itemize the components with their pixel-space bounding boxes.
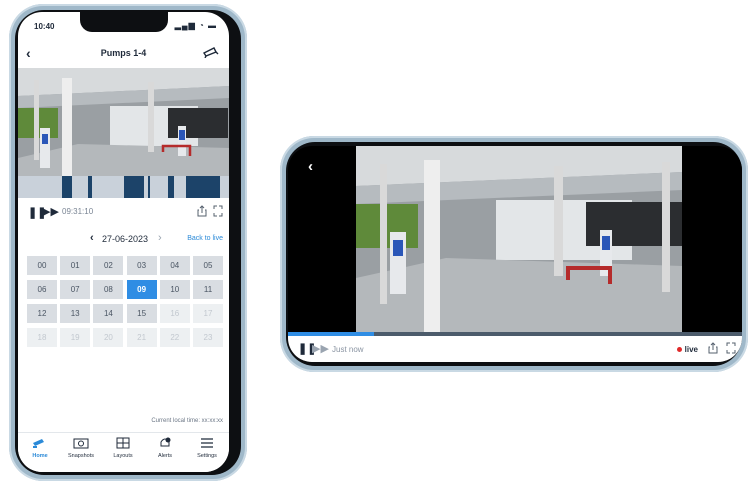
tab-snapshots[interactable]: Snapshots	[61, 437, 101, 459]
hour-cell[interactable]: 02	[93, 256, 124, 275]
hour-cell: 17	[193, 304, 223, 323]
hour-cell: 21	[126, 328, 157, 347]
snapshot-icon	[73, 438, 89, 449]
tab-label: Alerts	[157, 453, 173, 459]
recording-segment	[186, 176, 220, 198]
layouts-icon	[116, 437, 130, 449]
previous-date-button[interactable]: ‹	[90, 232, 94, 244]
camera-icon[interactable]	[203, 46, 219, 58]
nav-bar: ‹ Pumps 1-4	[18, 42, 229, 66]
recording-segment	[62, 176, 72, 198]
tab-label: Settings	[197, 453, 217, 459]
share-icon[interactable]	[197, 205, 207, 217]
hour-cell[interactable]: 05	[193, 256, 223, 275]
hour-cell[interactable]: 12	[27, 304, 57, 323]
hour-cell: 20	[93, 328, 124, 347]
hour-cell: 19	[60, 328, 91, 347]
hour-cell: 22	[159, 328, 190, 347]
next-date-button[interactable]: ›	[158, 232, 162, 244]
recording-segment	[168, 176, 174, 198]
notch	[80, 12, 168, 32]
hour-cell[interactable]: 07	[60, 280, 91, 299]
hour-cell[interactable]: 09	[126, 280, 157, 299]
fast-forward-button[interactable]: ▶▶	[42, 205, 59, 218]
recording-segment	[124, 176, 144, 198]
hour-cell[interactable]: 15	[126, 304, 157, 323]
tab-layouts[interactable]: Layouts	[103, 437, 143, 459]
tab-label: Layouts	[113, 453, 133, 459]
playback-bar: ❚❚ ▶▶ 09:31:10	[18, 202, 229, 222]
page-title: Pumps 1-4	[100, 48, 147, 58]
camera-video-feed[interactable]	[356, 146, 682, 332]
hour-cell[interactable]: 11	[193, 280, 223, 299]
tab-bar: Home Snapshots Layouts Alerts Settings	[18, 432, 229, 472]
selected-date: 27-06-2023	[102, 234, 149, 244]
menu-icon	[201, 438, 213, 448]
tab-settings[interactable]: Settings	[187, 437, 227, 459]
hour-cell[interactable]: 10	[159, 280, 190, 299]
current-local-time: Current local time: xx:xx:xx	[151, 418, 223, 424]
hour-cell[interactable]: 14	[93, 304, 124, 323]
recording-timeline[interactable]	[18, 176, 229, 198]
hour-cell[interactable]: 00	[27, 256, 57, 275]
hour-cell: 16	[159, 304, 190, 323]
landscape-screen: ‹ ❚❚ ▶▶ Just now live	[288, 146, 742, 362]
playback-time: 09:31:10	[62, 207, 94, 216]
camera-video-feed[interactable]	[18, 68, 229, 176]
status-time: 10:40	[34, 22, 55, 31]
back-to-live-link[interactable]: Back to live	[187, 235, 223, 242]
hour-cell[interactable]: 13	[60, 304, 91, 323]
hour-cell: 23	[193, 328, 223, 347]
playback-bar: ❚❚ ▶▶ Just now live	[288, 336, 742, 362]
tab-label: Snapshots	[68, 453, 94, 459]
hour-cell[interactable]: 06	[27, 280, 57, 299]
tab-home[interactable]: Home	[20, 437, 60, 459]
status-icons: ▂▄▆ ◔ ▬	[174, 21, 217, 30]
date-selector: ‹ 27-06-2023 › Back to live	[18, 230, 229, 250]
back-button[interactable]: ‹	[308, 158, 313, 175]
recording-segment	[148, 176, 150, 198]
tab-alerts[interactable]: Alerts	[145, 437, 185, 459]
recording-segment	[88, 176, 92, 198]
hour-cell[interactable]: 01	[60, 256, 91, 275]
live-indicator-dot	[677, 347, 682, 352]
camera-icon	[33, 439, 44, 448]
fast-forward-button[interactable]: ▶▶	[312, 342, 329, 355]
hour-cell[interactable]: 08	[93, 280, 124, 299]
playback-status: Just now	[332, 345, 364, 354]
live-button[interactable]: live	[685, 345, 698, 354]
hour-cell[interactable]: 03	[126, 256, 157, 275]
hour-cell[interactable]: 04	[159, 256, 190, 275]
fullscreen-icon[interactable]	[726, 342, 736, 354]
tab-label: Home	[32, 453, 48, 459]
fullscreen-icon[interactable]	[213, 205, 223, 217]
share-icon[interactable]	[708, 342, 718, 354]
alerts-icon	[160, 437, 171, 447]
hour-cell: 18	[27, 328, 57, 347]
portrait-screen: 10:40 ▂▄▆ ◔ ▬ ‹ Pumps 1-4 ❚❚ ▶▶ 09:31:10…	[18, 12, 229, 472]
